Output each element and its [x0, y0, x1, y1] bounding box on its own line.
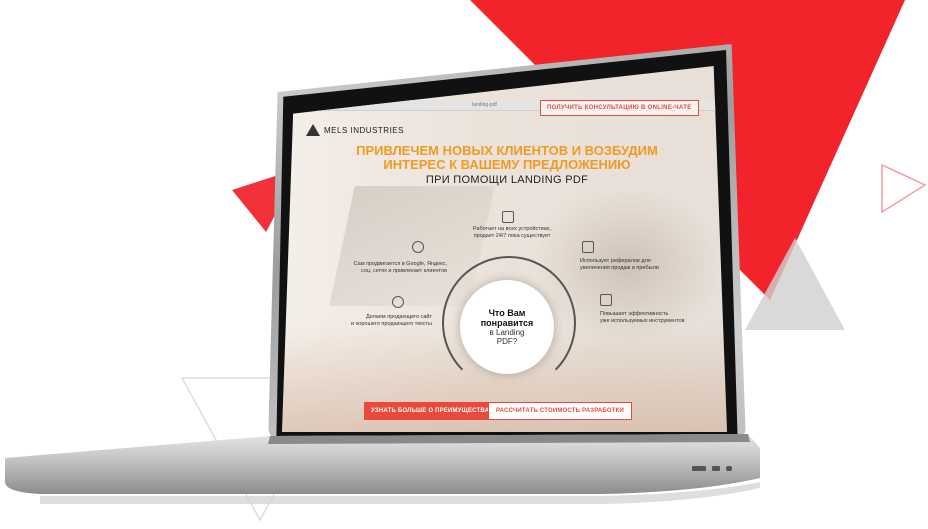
- logo[interactable]: MELS INDUSTRIES: [306, 124, 404, 136]
- benefits-circle: Что Вам понравится в Landing PDF?: [460, 280, 554, 374]
- circle-line-3: в Landing: [489, 328, 525, 337]
- landing-page: ● ● ● landing-pdf MELS INDUSTRIES ПОЛУЧИ…: [282, 66, 727, 432]
- feature-referrals: Использует рефералов для увеличения прод…: [580, 258, 659, 271]
- browser-url[interactable]: landing-pdf: [472, 102, 497, 108]
- circle-line-4: PDF?: [496, 337, 518, 346]
- audio-port: [726, 466, 732, 471]
- circle-line-1: Что Вам: [488, 308, 526, 318]
- usb-port: [692, 466, 706, 471]
- megaphone-icon: [412, 241, 424, 253]
- logo-text: MELS INDUSTRIES: [324, 125, 404, 135]
- hero-headline: ПРИВЛЕЧЕМ НОВЫХ КЛИЕНТОВ И ВОЗБУДИМ ИНТЕ…: [342, 144, 672, 172]
- bar-chart-icon: [600, 294, 612, 306]
- circle-line-2: понравится: [480, 318, 534, 328]
- laptop-screen: ● ● ● landing-pdf MELS INDUSTRIES ПОЛУЧИ…: [282, 66, 727, 432]
- outline-triangle-right: [881, 163, 927, 214]
- calculate-cost-button[interactable]: РАССЧИТАТЬ СТОИМОСТЬ РАЗРАБОТКИ: [488, 402, 633, 420]
- promo-scene: ● ● ● landing-pdf MELS INDUSTRIES ПОЛУЧИ…: [0, 0, 928, 529]
- consult-chat-button[interactable]: ПОЛУЧИТЬ КОНСУЛЬТАЦИЮ В ONLINE-ЧАТЕ: [540, 100, 699, 116]
- piggy-bank-icon: [392, 296, 404, 308]
- feature-devices: Работает на всех устройствах, продает 24…: [472, 226, 552, 239]
- feature-promotion: Сам продвигается в Google, Яндекс, соц. …: [353, 261, 447, 274]
- laptop-base: [5, 434, 760, 504]
- learn-more-button[interactable]: УЗНАТЬ БОЛЬШЕ О ПРЕИМУЩЕСТВАХ: [364, 402, 501, 420]
- monitor-icon: [502, 211, 514, 223]
- feature-efficiency: Повышает эффективность уже используемых …: [600, 311, 685, 324]
- hero-subline: ПРИ ПОМОЩИ LANDING PDF: [425, 174, 589, 186]
- hero-headline-line-2: ИНТЕРЕС К ВАШЕМУ ПРЕДЛОЖЕНИЮ: [383, 157, 631, 172]
- usb-port-2: [712, 466, 720, 471]
- feature-copywriting: Делаем продающего сайт и хорошего продаю…: [351, 314, 432, 327]
- share-icon: [582, 241, 594, 253]
- hero-headline-line-1: ПРИВЛЕЧЕМ НОВЫХ КЛИЕНТОВ И ВОЗБУДИМ: [356, 143, 658, 158]
- logo-mark-icon: [306, 124, 320, 136]
